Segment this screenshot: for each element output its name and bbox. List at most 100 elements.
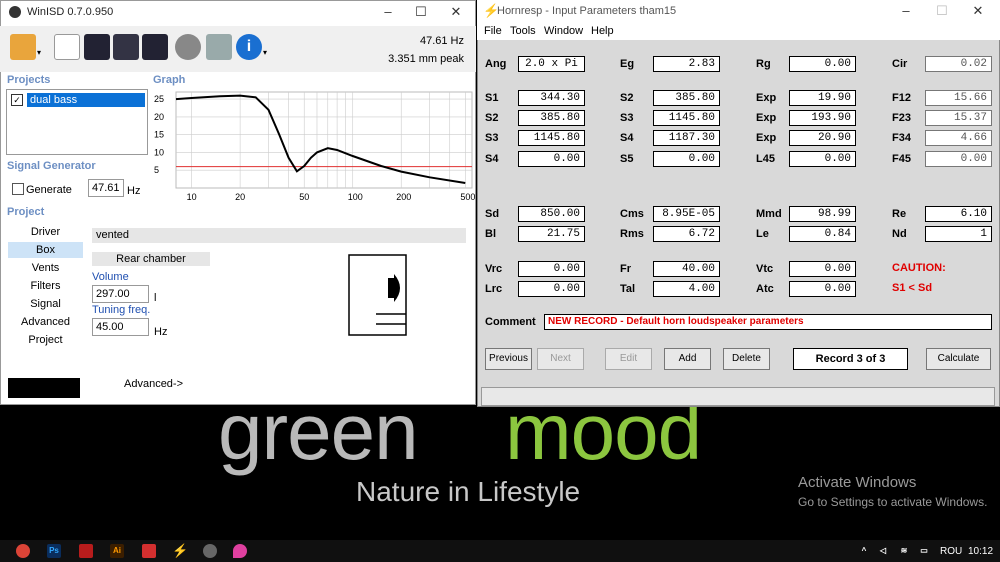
param-input-vtc[interactable]: 0.00: [789, 261, 856, 277]
param-input-lrc[interactable]: 0.00: [518, 281, 585, 297]
save-all-icon[interactable]: [142, 34, 168, 60]
maximize-icon[interactable]: ☐: [927, 3, 957, 19]
advanced-link[interactable]: Advanced->: [124, 378, 183, 390]
param-input-l45[interactable]: 0.00: [789, 151, 856, 167]
wifi-icon[interactable]: ≋: [897, 544, 911, 558]
language-indicator[interactable]: ROU: [940, 546, 962, 557]
param-input-s3[interactable]: 1145.80: [653, 110, 720, 126]
param-input-sd[interactable]: 850.00: [518, 206, 585, 222]
minimize-icon[interactable]: –: [373, 4, 403, 20]
close-icon[interactable]: ✕: [963, 3, 993, 19]
param-input-cir[interactable]: 0.02: [925, 56, 992, 72]
info-icon[interactable]: i: [236, 34, 262, 60]
param-input-f23[interactable]: 15.37: [925, 110, 992, 126]
param-input-s3[interactable]: 1145.80: [518, 130, 585, 146]
previous-button[interactable]: Previous: [485, 348, 532, 370]
tuning-input[interactable]: 45.00: [92, 318, 149, 336]
param-input-bl[interactable]: 21.75: [518, 226, 585, 242]
menu-tools[interactable]: Tools: [510, 25, 536, 37]
box-type[interactable]: vented: [92, 228, 466, 243]
project-checkbox[interactable]: ✓: [11, 94, 23, 106]
chrome-icon[interactable]: [16, 544, 30, 558]
response-graph[interactable]: 25 20 15 10 5 10 20 50 100 200 500: [150, 88, 475, 206]
menu-file[interactable]: File: [484, 25, 502, 37]
driver-speaker-icon[interactable]: [175, 34, 201, 60]
chevron-down-icon[interactable]: ▾: [263, 48, 271, 57]
param-input-rg[interactable]: 0.00: [789, 56, 856, 72]
volume-input[interactable]: 297.00: [92, 285, 149, 303]
nav-box[interactable]: Box: [8, 242, 83, 258]
maps-icon[interactable]: [233, 544, 247, 558]
nav-filters[interactable]: Filters: [8, 278, 83, 294]
param-input-s5[interactable]: 0.00: [653, 151, 720, 167]
param-input-le[interactable]: 0.84: [789, 226, 856, 242]
param-input-f45[interactable]: 0.00: [925, 151, 992, 167]
param-input-eg[interactable]: 2.83: [653, 56, 720, 72]
param-input-re[interactable]: 6.10: [925, 206, 992, 222]
nav-project[interactable]: Project: [8, 332, 83, 348]
param-label-atc: Atc: [756, 283, 774, 295]
param-input-f12[interactable]: 15.66: [925, 90, 992, 106]
param-input-atc[interactable]: 0.00: [789, 281, 856, 297]
comment-input[interactable]: NEW RECORD - Default horn loudspeaker pa…: [544, 314, 992, 330]
param-input-tal[interactable]: 4.00: [653, 281, 720, 297]
param-input-rms[interactable]: 6.72: [653, 226, 720, 242]
graph-label: Graph: [153, 74, 186, 86]
chevron-down-icon[interactable]: ▾: [37, 48, 45, 57]
next-button[interactable]: Next: [537, 348, 584, 370]
param-input-vrc[interactable]: 0.00: [518, 261, 585, 277]
open-folder-icon[interactable]: [10, 34, 36, 60]
comment-label: Comment: [485, 316, 536, 328]
param-input-s2[interactable]: 385.80: [518, 110, 585, 126]
calculate-button[interactable]: Calculate: [926, 348, 991, 370]
minimize-icon[interactable]: –: [891, 3, 921, 19]
speaker-icon[interactable]: ◁: [876, 544, 890, 558]
hornresp-titlebar[interactable]: ⚡ Hornresp - Input Parameters tham15 – ☐…: [477, 0, 1000, 22]
edit-button[interactable]: Edit: [605, 348, 652, 370]
save-icon[interactable]: [84, 34, 110, 60]
add-button[interactable]: Add: [664, 348, 711, 370]
param-input-f34[interactable]: 4.66: [925, 130, 992, 146]
nav-signal[interactable]: Signal: [8, 296, 83, 312]
nav-advanced[interactable]: Advanced: [8, 314, 83, 330]
param-input-cms[interactable]: 8.95E-05: [653, 206, 720, 222]
param-input-ang[interactable]: 2.0 x Pi: [518, 56, 585, 72]
nav-driver[interactable]: Driver: [8, 224, 83, 240]
param-input-s4[interactable]: 0.00: [518, 151, 585, 167]
acrobat-icon[interactable]: [142, 544, 156, 558]
list-item[interactable]: ✓ dual bass: [9, 93, 145, 107]
param-input-s2[interactable]: 385.80: [653, 90, 720, 106]
project-list[interactable]: ✓ dual bass: [6, 89, 148, 155]
param-input-mmd[interactable]: 98.99: [789, 206, 856, 222]
param-input-nd[interactable]: 1: [925, 226, 992, 242]
maximize-icon[interactable]: ☐: [406, 4, 436, 20]
param-input-exp[interactable]: 193.90: [789, 110, 856, 126]
param-input-s4[interactable]: 1187.30: [653, 130, 720, 146]
generate-checkbox[interactable]: [12, 183, 24, 195]
param-input-exp[interactable]: 19.90: [789, 90, 856, 106]
volume-label: Volume: [92, 271, 129, 283]
close-icon[interactable]: ✕: [441, 4, 471, 20]
generator-frequency-input[interactable]: 47.61: [88, 179, 124, 197]
delete-button[interactable]: Delete: [723, 348, 770, 370]
battery-icon[interactable]: ▭: [917, 544, 931, 558]
menu-help[interactable]: Help: [591, 25, 614, 37]
winisd-titlebar[interactable]: WinISD 0.7.0.950 – ☐ ✕: [1, 1, 475, 23]
winisd-icon[interactable]: [203, 544, 217, 558]
project-name[interactable]: dual bass: [27, 93, 145, 107]
param-input-exp[interactable]: 20.90: [789, 130, 856, 146]
param-input-fr[interactable]: 40.00: [653, 261, 720, 277]
new-document-icon[interactable]: [54, 34, 80, 60]
param-input-s1[interactable]: 344.30: [518, 90, 585, 106]
autocad-icon[interactable]: [79, 544, 93, 558]
wrench-icon[interactable]: [206, 34, 232, 60]
illustrator-icon[interactable]: Ai: [110, 544, 124, 558]
menu-window[interactable]: Window: [544, 25, 583, 37]
project-section-label: Project: [7, 206, 45, 218]
photoshop-icon[interactable]: Ps: [47, 544, 61, 558]
chevron-up-icon[interactable]: ^: [857, 544, 871, 558]
clock[interactable]: 10:12: [968, 546, 993, 557]
hornresp-icon[interactable]: ⚡: [172, 544, 188, 558]
save-edit-icon[interactable]: [113, 34, 139, 60]
nav-vents[interactable]: Vents: [8, 260, 83, 276]
